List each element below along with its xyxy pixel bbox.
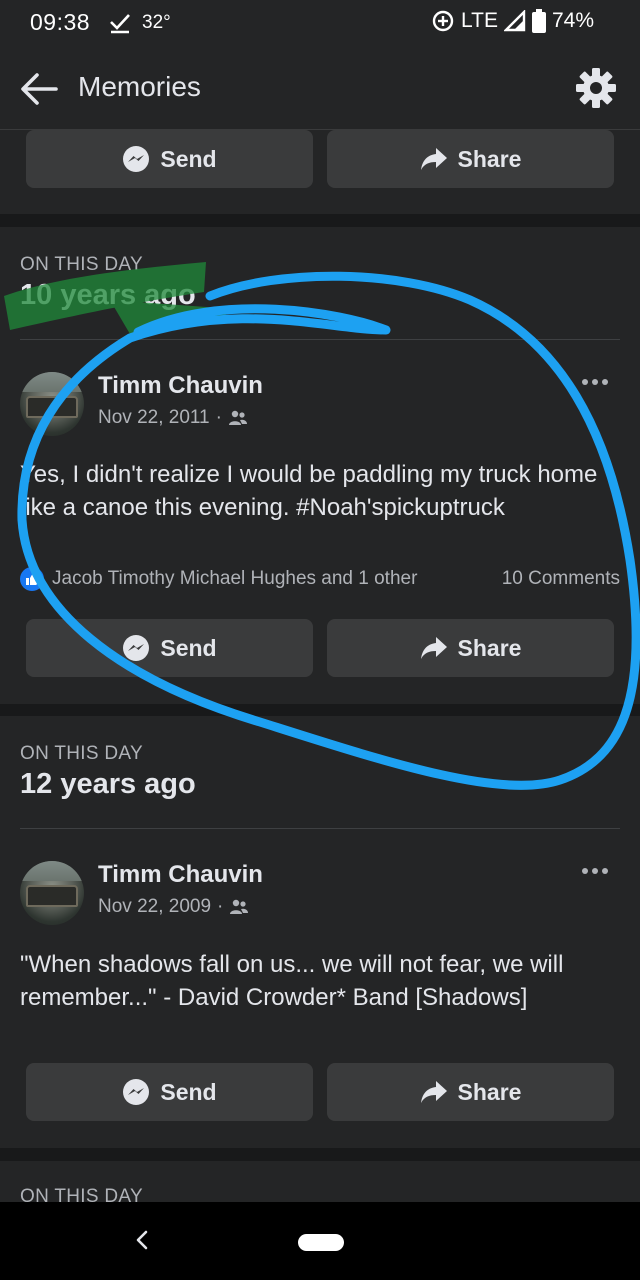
post-meta: Nov 22, 2011 · xyxy=(98,407,248,429)
data-saver-icon xyxy=(432,10,454,32)
settings-button[interactable] xyxy=(574,66,618,110)
status-time: 09:38 xyxy=(30,9,91,35)
avatar[interactable] xyxy=(20,372,84,436)
messenger-icon xyxy=(123,635,150,661)
on-this-day-label: ON THIS DAY xyxy=(20,743,143,764)
more-options-button[interactable] xyxy=(580,861,610,881)
post-text: "When shadows fall on us... we will not … xyxy=(20,951,564,1011)
share-arrow-icon xyxy=(420,1081,447,1103)
post-meta: Nov 22, 2009 · xyxy=(98,896,249,918)
send-button[interactable]: Send xyxy=(26,1063,313,1121)
page-title: Memories xyxy=(78,71,201,102)
avatar[interactable] xyxy=(20,861,84,925)
app-bar: Memories xyxy=(0,48,640,130)
gear-icon xyxy=(576,68,616,108)
chevron-left-icon xyxy=(136,1230,148,1250)
system-nav-bar xyxy=(0,1202,640,1280)
years-ago-heading: 10 years ago xyxy=(20,279,196,311)
send-button[interactable]: Send xyxy=(26,619,313,677)
on-this-day-label: ON THIS DAY xyxy=(20,1186,143,1202)
status-network: LTE xyxy=(461,9,498,32)
more-options-button[interactable] xyxy=(580,372,610,392)
more-dots-icon xyxy=(582,379,608,385)
memory-card: ON THIS DAY 12 years ago Timm Chauvin No… xyxy=(0,716,640,1148)
memory-card: ON THIS DAY 10 years ago Timm Chauvin No… xyxy=(0,227,640,704)
check-icon xyxy=(110,14,130,34)
share-button[interactable]: Share xyxy=(327,619,614,677)
divider xyxy=(20,828,620,829)
share-label: Share xyxy=(457,634,522,661)
memory-card: ON THIS DAY xyxy=(0,1161,640,1202)
post-date[interactable]: Nov 22, 2009 xyxy=(98,896,211,918)
more-dots-icon xyxy=(582,868,608,874)
share-arrow-icon xyxy=(420,637,447,659)
like-icon xyxy=(20,567,44,591)
send-button[interactable]: Send xyxy=(26,130,313,188)
friends-icon xyxy=(230,899,249,914)
share-button[interactable]: Share xyxy=(327,130,614,188)
share-label: Share xyxy=(457,1078,522,1105)
send-label: Send xyxy=(160,1078,217,1105)
nav-back-button[interactable] xyxy=(126,1224,158,1256)
divider xyxy=(20,339,620,340)
nav-home-pill[interactable] xyxy=(298,1234,344,1251)
status-battery: 74% xyxy=(551,9,594,32)
post-date[interactable]: Nov 22, 2011 xyxy=(98,407,210,429)
years-ago-heading: 12 years ago xyxy=(20,768,196,800)
reactions-bar[interactable]: Jacob Timothy Michael Hughes and 1 other… xyxy=(20,567,620,591)
reaction-names[interactable]: Jacob Timothy Michael Hughes and 1 other xyxy=(52,568,502,590)
comment-count[interactable]: 10 Comments xyxy=(502,568,620,590)
arrow-left-icon xyxy=(21,73,58,105)
messenger-icon xyxy=(123,146,150,172)
post-text: Yes, I didn't realize I would be paddlin… xyxy=(20,461,598,521)
send-label: Send xyxy=(160,145,217,172)
memory-card-previous: Send Share xyxy=(0,130,640,214)
status-bar: 09:38 32° LTE 74% xyxy=(0,0,640,48)
post-author[interactable]: Timm Chauvin xyxy=(98,861,263,889)
post-author[interactable]: Timm Chauvin xyxy=(98,372,263,400)
signal-icon xyxy=(503,10,526,32)
on-this-day-label: ON THIS DAY xyxy=(20,254,143,275)
back-button[interactable] xyxy=(18,68,60,110)
share-arrow-icon xyxy=(420,148,447,170)
messenger-icon xyxy=(123,1079,150,1105)
friends-icon xyxy=(228,410,247,425)
share-label: Share xyxy=(457,145,522,172)
share-button[interactable]: Share xyxy=(327,1063,614,1121)
send-label: Send xyxy=(160,634,217,661)
battery-icon xyxy=(531,9,546,33)
status-temperature: 32° xyxy=(142,12,171,33)
